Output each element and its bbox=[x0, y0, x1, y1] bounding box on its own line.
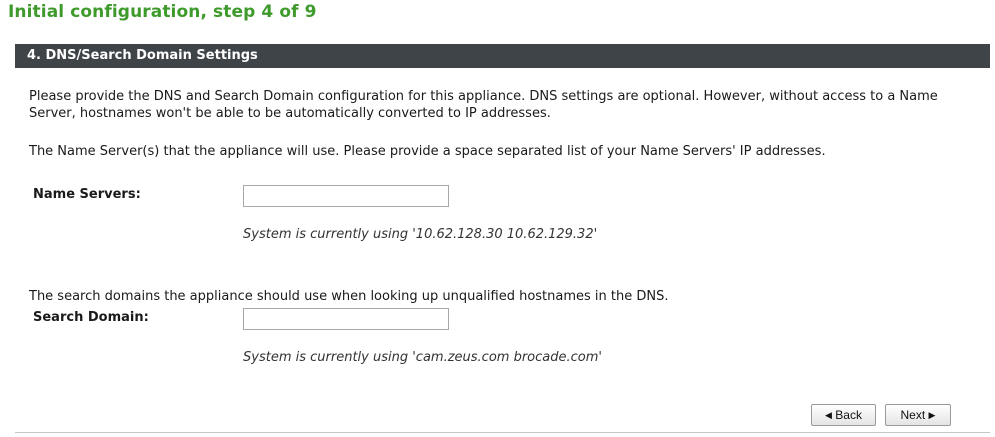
panel-header: 4. DNS/Search Domain Settings bbox=[15, 44, 990, 68]
bottom-divider bbox=[15, 432, 990, 433]
back-button-label: Back bbox=[835, 408, 862, 422]
back-button[interactable]: ◀ Back bbox=[811, 404, 876, 426]
search-domain-description: The search domains the appliance should … bbox=[29, 289, 669, 304]
name-servers-hint: System is currently using '10.62.128.30 … bbox=[243, 227, 598, 242]
search-domain-label: Search Domain: bbox=[33, 310, 149, 325]
search-domain-input[interactable] bbox=[243, 308, 449, 330]
page-title: Initial configuration, step 4 of 9 bbox=[8, 2, 317, 22]
next-button[interactable]: Next ▶ bbox=[885, 404, 951, 426]
name-servers-label: Name Servers: bbox=[33, 187, 141, 202]
name-servers-input[interactable] bbox=[243, 185, 449, 207]
dns-settings-panel: 4. DNS/Search Domain Settings Please pro… bbox=[15, 44, 990, 434]
intro-text: Please provide the DNS and Search Domain… bbox=[29, 89, 938, 121]
name-servers-description: The Name Server(s) that the appliance wi… bbox=[29, 144, 826, 159]
right-triangle-icon: ▶ bbox=[928, 410, 936, 420]
next-button-label: Next bbox=[900, 408, 926, 422]
left-triangle-icon: ◀ bbox=[825, 410, 832, 420]
search-domain-hint: System is currently using 'cam.zeus.com … bbox=[243, 350, 602, 365]
